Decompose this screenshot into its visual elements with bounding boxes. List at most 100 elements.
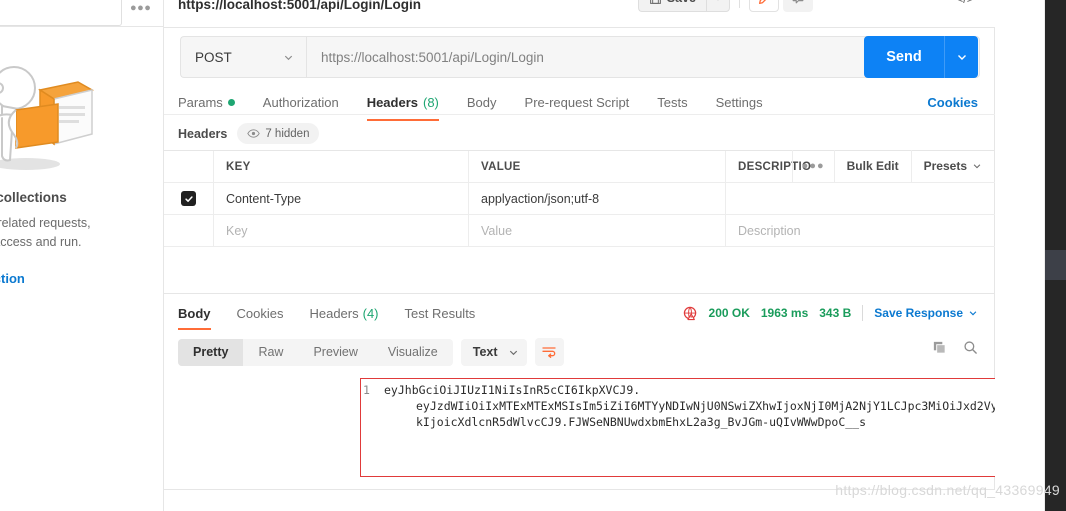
table-spacer bbox=[164, 246, 995, 294]
response-tab-headers[interactable]: Headers (4) bbox=[296, 302, 391, 324]
tab-body-label: Body bbox=[466, 94, 497, 110]
comments-button[interactable] bbox=[783, 0, 813, 12]
tab-params-label: Params bbox=[178, 94, 223, 110]
search-icon[interactable] bbox=[963, 340, 978, 355]
code-snippet-button[interactable]: </> bbox=[951, 0, 979, 12]
row-description[interactable] bbox=[726, 183, 995, 214]
tab-authorization-label: Authorization bbox=[262, 94, 339, 110]
chevron-down-icon bbox=[973, 164, 981, 169]
edit-request-button[interactable] bbox=[749, 0, 779, 12]
tab-params[interactable]: Params bbox=[178, 90, 249, 114]
create-collection-link[interactable]: Collection bbox=[0, 271, 25, 286]
row-checkbox[interactable] bbox=[181, 191, 196, 206]
view-mode-preview[interactable]: Preview bbox=[298, 339, 372, 366]
url-bar: POST https://localhost:5001/api/Login/Lo… bbox=[180, 36, 980, 78]
table-header-value: VALUE bbox=[469, 151, 726, 182]
table-options-button[interactable]: ●●● bbox=[791, 150, 834, 182]
wrap-lines-button[interactable] bbox=[534, 338, 564, 366]
check-icon bbox=[184, 195, 193, 202]
globe-warning-icon bbox=[683, 306, 696, 320]
tab-headers[interactable]: Headers (8) bbox=[353, 90, 453, 121]
floppy-disk-icon bbox=[649, 0, 661, 4]
tab-headers-count: (8) bbox=[423, 94, 439, 110]
bulk-edit-button[interactable]: Bulk Edit bbox=[833, 150, 911, 182]
watermark: https://blog.csdn.net/qq_43369949 bbox=[835, 482, 1060, 498]
copy-icon[interactable] bbox=[932, 340, 947, 355]
placeholder-key[interactable]: Key bbox=[214, 215, 469, 246]
tab-tests-label: Tests bbox=[657, 94, 688, 110]
url-input-text: https://localhost:5001/api/Login/Login bbox=[321, 49, 544, 65]
right-scroll-rail[interactable] bbox=[1045, 0, 1066, 511]
response-tab-body[interactable]: Body bbox=[178, 302, 224, 330]
response-tab-cookies[interactable]: Cookies bbox=[224, 302, 297, 324]
sidebar: ●●● e any collections group related requ… bbox=[0, 0, 164, 511]
sidebar-topbar: ●●● bbox=[0, 0, 163, 27]
format-select[interactable]: Text bbox=[460, 338, 527, 366]
chevron-down-icon bbox=[969, 311, 977, 316]
response-body-line-3[interactable]: kIjoicXdlcnR5dWlvcCJ9.FJWSeNBNUwdxbmEhxL… bbox=[416, 414, 866, 430]
tab-authorization[interactable]: Authorization bbox=[249, 90, 353, 114]
chevron-down-icon bbox=[284, 55, 293, 60]
toolbar-divider bbox=[739, 0, 740, 8]
response-body-toolbar: Pretty Raw Preview Visualize Text bbox=[178, 338, 564, 366]
tab-headers-label: Headers bbox=[366, 94, 418, 110]
tab-tests[interactable]: Tests bbox=[643, 90, 701, 114]
tab-settings-label: Settings bbox=[715, 94, 763, 110]
response-status: 200 OK bbox=[708, 306, 750, 320]
response-tab-test-results[interactable]: Test Results bbox=[392, 302, 489, 324]
save-response-button[interactable]: Save Response bbox=[874, 306, 978, 320]
send-button[interactable]: Send bbox=[864, 36, 944, 78]
response-size: 343 B bbox=[819, 306, 852, 320]
table-header-actions: ●●● Bulk Edit Presets bbox=[791, 150, 994, 182]
view-mode-raw[interactable]: Raw bbox=[243, 339, 298, 366]
meta-divider bbox=[862, 305, 864, 321]
response-body-line-1[interactable]: eyJhbGciOiJIUzI1NiIsInR5cCI6IkpXVCJ9. bbox=[384, 382, 640, 398]
view-mode-pretty[interactable]: Pretty bbox=[178, 338, 244, 366]
response-tab-body-label: Body bbox=[178, 305, 211, 321]
placeholder-value[interactable]: Value bbox=[469, 215, 726, 246]
send-button-group: Send bbox=[864, 36, 978, 78]
placeholder-description[interactable]: Description bbox=[726, 215, 995, 246]
table-header-checkbox-cell bbox=[164, 151, 214, 182]
method-select[interactable]: POST bbox=[180, 36, 306, 78]
code-line-number: 1 bbox=[363, 383, 370, 397]
cookies-link[interactable]: Cookies bbox=[927, 90, 978, 114]
row-checkbox-cell[interactable] bbox=[164, 183, 214, 214]
view-mode-visualize[interactable]: Visualize bbox=[373, 339, 453, 366]
tab-body[interactable]: Body bbox=[453, 90, 511, 114]
empty-collections-title: e any collections bbox=[0, 190, 67, 205]
row-value[interactable]: applyaction/json;utf-8 bbox=[469, 183, 726, 214]
response-body-line-2[interactable]: eyJzdWIiOiIxMTExMTExMSIsIm5iZiI6MTYyNDIw… bbox=[416, 398, 1066, 414]
empty-collections-description: group related requests, ier to access an… bbox=[0, 216, 91, 249]
right-gutter bbox=[995, 0, 1045, 511]
save-options-caret[interactable] bbox=[706, 0, 730, 12]
chevron-down-icon bbox=[957, 55, 966, 60]
response-body-icon-group bbox=[932, 340, 978, 355]
response-tab-headers-count: (4) bbox=[362, 305, 379, 321]
presets-button[interactable]: Presets bbox=[910, 150, 994, 182]
send-options-caret[interactable] bbox=[944, 36, 978, 78]
save-button[interactable]: Save bbox=[637, 0, 706, 12]
request-tab-title: https://localhost:5001/api/Login/Login bbox=[178, 0, 422, 12]
row-key[interactable]: Content-Type bbox=[214, 183, 469, 214]
scroll-thumb[interactable] bbox=[1045, 250, 1066, 280]
table-placeholder-row[interactable]: Key Value Description bbox=[164, 215, 995, 247]
response-tabs: Body Cookies Headers (4) Test Results bbox=[178, 302, 489, 330]
headers-section-label: Headers bbox=[178, 126, 228, 141]
hidden-headers-label: 7 hidden bbox=[265, 127, 310, 140]
postman-window: ●●● e any collections group related requ… bbox=[0, 0, 1066, 511]
hidden-headers-badge[interactable]: 7 hidden bbox=[237, 123, 320, 144]
params-modified-dot bbox=[227, 98, 235, 106]
placeholder-checkbox-cell[interactable] bbox=[164, 215, 214, 246]
response-meta: 200 OK 1963 ms 343 B Save Response bbox=[683, 302, 978, 324]
save-button-label: Save bbox=[667, 0, 696, 5]
sidebar-search-box[interactable] bbox=[0, 0, 122, 26]
table-row[interactable]: Content-Type applyaction/json;utf-8 bbox=[164, 183, 995, 215]
response-tab-test-results-label: Test Results bbox=[404, 305, 476, 321]
request-tabs: Params Authorization Headers (8) Body Pr… bbox=[178, 90, 777, 121]
headers-subheader: Headers 7 hidden bbox=[178, 123, 320, 144]
tab-pre-request-script[interactable]: Pre-request Script bbox=[511, 90, 644, 114]
tab-settings[interactable]: Settings bbox=[702, 90, 777, 114]
more-horizontal-icon[interactable]: ●●● bbox=[130, 2, 151, 14]
presets-label: Presets bbox=[923, 159, 967, 173]
